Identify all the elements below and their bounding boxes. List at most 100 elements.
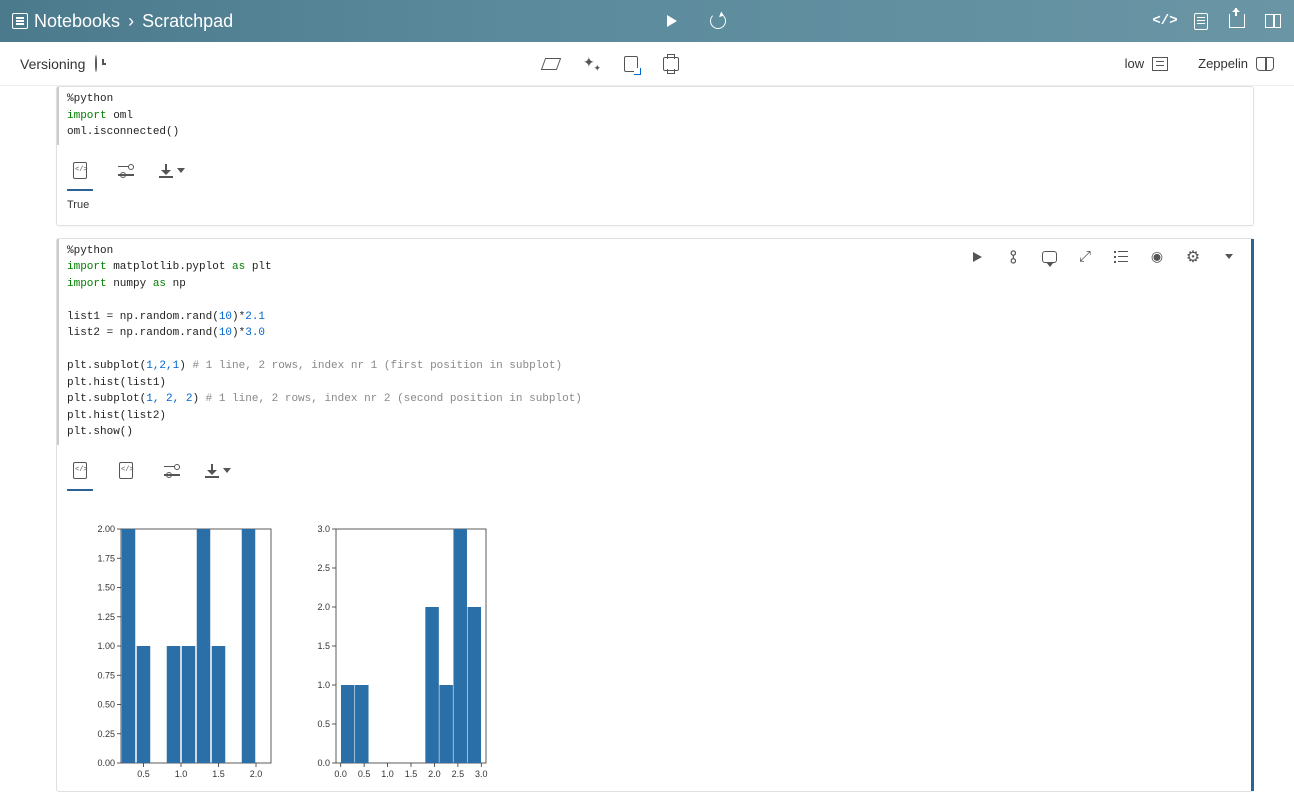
document-icon — [1194, 13, 1208, 30]
breadcrumb-separator: › — [128, 11, 134, 32]
svg-text:0.5: 0.5 — [358, 769, 371, 779]
comment-button[interactable] — [1041, 249, 1057, 265]
svg-text:2.0: 2.0 — [428, 769, 441, 779]
svg-text:2.00: 2.00 — [97, 524, 115, 534]
svg-text:3.0: 3.0 — [475, 769, 488, 779]
svg-text:0.5: 0.5 — [317, 719, 330, 729]
histogram-chart-2: 0.0 0.5 1.0 1.5 2.0 2.5 3.0 0.0 0.5 1.0 1.5 2.0 2.5 3… — [302, 521, 492, 781]
svg-text:2.0: 2.0 — [317, 602, 330, 612]
svg-text:1.75: 1.75 — [97, 553, 115, 563]
output-settings-button[interactable] — [113, 157, 139, 185]
cell-1-code[interactable]: %python import oml oml.isconnected() — [57, 87, 1253, 145]
cell-settings-button[interactable] — [1185, 249, 1201, 265]
output-code-tab[interactable] — [67, 157, 93, 185]
svg-text:0.75: 0.75 — [97, 670, 115, 680]
svg-text:2.5: 2.5 — [317, 563, 330, 573]
sparkle-icon — [583, 56, 599, 72]
svg-text:0.00: 0.00 — [97, 758, 115, 768]
priority-label: low — [1125, 56, 1145, 71]
output-settings-button[interactable] — [159, 457, 185, 485]
export-button[interactable] — [1228, 12, 1246, 30]
eraser-icon — [541, 58, 561, 70]
cell-1-output-toolbar — [57, 145, 1253, 191]
svg-text:3.0: 3.0 — [317, 524, 330, 534]
svg-text:0.0: 0.0 — [334, 769, 347, 779]
svg-text:1.00: 1.00 — [97, 641, 115, 651]
dependency-button[interactable] — [1005, 249, 1021, 265]
svg-text:1.50: 1.50 — [97, 582, 115, 592]
notebook-content: %python import oml oml.isconnected() Tru… — [0, 86, 1294, 792]
svg-text:1.0: 1.0 — [381, 769, 394, 779]
code-view-button[interactable]: </> — [1156, 12, 1174, 30]
svg-text:1.5: 1.5 — [317, 641, 330, 651]
run-all-button[interactable] — [663, 12, 681, 30]
svg-text:1.5: 1.5 — [212, 769, 225, 779]
breadcrumb-root[interactable]: Notebooks — [34, 11, 120, 32]
chevron-down-icon[interactable] — [1225, 254, 1233, 259]
cell-1: %python import oml oml.isconnected() Tru… — [56, 86, 1254, 226]
book-icon — [1256, 57, 1274, 71]
expand-button[interactable] — [1077, 249, 1093, 265]
interpreter-selector[interactable]: Zeppelin — [1198, 56, 1274, 71]
breadcrumb: Notebooks › Scratchpad — [12, 11, 233, 32]
notebook-icon — [12, 13, 28, 29]
list-icon — [1114, 251, 1128, 263]
copy-icon — [624, 56, 638, 72]
refresh-icon — [710, 13, 726, 29]
download-icon — [205, 464, 219, 478]
svg-text:0.5: 0.5 — [137, 769, 150, 779]
refresh-button[interactable] — [709, 12, 727, 30]
svg-text:1.0: 1.0 — [175, 769, 188, 779]
chevron-down-icon — [223, 468, 231, 473]
svg-text:2.0: 2.0 — [250, 769, 263, 779]
svg-text:1.0: 1.0 — [317, 680, 330, 690]
output-download-button[interactable] — [159, 157, 185, 185]
svg-text:2.5: 2.5 — [452, 769, 465, 779]
chevron-down-icon — [177, 168, 185, 173]
cell-2-output-toolbar — [57, 445, 1253, 491]
export-icon — [1229, 14, 1245, 28]
code-output-icon — [73, 162, 87, 179]
print-button[interactable] — [662, 55, 680, 73]
priority-icon — [1152, 57, 1168, 71]
output-download-button[interactable] — [205, 457, 231, 485]
outline-button[interactable] — [1113, 249, 1129, 265]
svg-text:0.25: 0.25 — [97, 728, 115, 738]
layout-icon — [1265, 14, 1281, 28]
visibility-button[interactable] — [1149, 249, 1165, 265]
sub-toolbar: Versioning low Zeppelin — [0, 42, 1294, 86]
comment-icon — [1042, 251, 1057, 263]
layout-button[interactable] — [1264, 12, 1282, 30]
output-code-tab[interactable] — [113, 457, 139, 485]
svg-text:0.0: 0.0 — [317, 758, 330, 768]
output-image-tab[interactable] — [67, 457, 93, 485]
svg-text:1.25: 1.25 — [97, 611, 115, 621]
priority-selector[interactable]: low — [1125, 56, 1169, 71]
top-bar: Notebooks › Scratchpad </> — [0, 0, 1294, 42]
sliders-icon — [118, 166, 134, 176]
sliders-icon — [164, 466, 180, 476]
run-cell-button[interactable] — [969, 249, 985, 265]
code-output-icon — [119, 462, 133, 479]
histogram-chart-1: 0.00 0.25 0.50 0.75 1.00 1.25 1.50 1.75 2.00 0.5 1… — [87, 521, 277, 781]
cell-2-code[interactable]: %python import matplotlib.pyplot as plt … — [57, 239, 1253, 445]
clock-icon — [95, 55, 97, 72]
document-button[interactable] — [1192, 12, 1210, 30]
clear-output-button[interactable] — [542, 55, 560, 73]
cell-2-output-charts: 0.00 0.25 0.50 0.75 1.00 1.25 1.50 1.75 2.00 0.5 1… — [57, 491, 1253, 791]
breadcrumb-current[interactable]: Scratchpad — [142, 11, 233, 32]
magic-button[interactable] — [582, 55, 600, 73]
copy-button[interactable] — [622, 55, 640, 73]
image-output-icon — [73, 462, 87, 479]
cell-2-actions — [969, 249, 1233, 265]
history-button[interactable] — [95, 56, 97, 71]
play-icon — [667, 15, 677, 27]
svg-text:1.5: 1.5 — [405, 769, 418, 779]
download-icon — [159, 164, 173, 178]
print-icon — [663, 57, 679, 71]
cell-2: %python import matplotlib.pyplot as plt … — [56, 238, 1254, 792]
versioning-button[interactable]: Versioning — [20, 56, 85, 72]
svg-text:0.50: 0.50 — [97, 699, 115, 709]
cell-1-output: True — [57, 191, 1253, 225]
interpreter-label: Zeppelin — [1198, 56, 1248, 71]
